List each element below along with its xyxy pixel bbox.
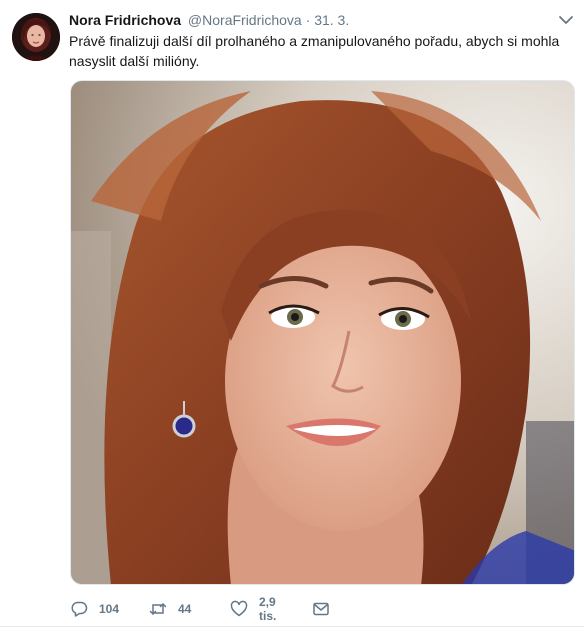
reply-count: 104 <box>99 602 120 616</box>
tweet-header: Nora Fridrichova @NoraFridrichova · 31. … <box>69 11 554 29</box>
tweet-date[interactable]: 31. 3. <box>314 12 349 28</box>
reply-icon <box>70 600 88 618</box>
separator: · <box>305 12 311 28</box>
chevron-down-icon[interactable] <box>558 12 574 28</box>
message-button[interactable] <box>312 597 330 621</box>
like-count: 2,9 tis. <box>259 595 277 623</box>
heart-icon <box>230 600 248 618</box>
like-button[interactable]: 2,9 tis. <box>230 595 277 623</box>
avatar[interactable] <box>12 13 60 61</box>
retweet-icon <box>149 600 167 618</box>
retweet-count: 44 <box>178 602 192 616</box>
photo-icon <box>71 81 574 584</box>
retweet-button[interactable]: 44 <box>149 597 191 621</box>
tweet-text: Právě finalizuji další díl prolhaného a … <box>69 33 560 69</box>
tweet[interactable]: Nora Fridrichova @NoraFridrichova · 31. … <box>0 0 584 627</box>
author-handle[interactable]: @NoraFridrichova <box>188 12 302 28</box>
reply-button[interactable]: 104 <box>70 597 119 621</box>
envelope-icon <box>312 600 330 618</box>
author-name[interactable]: Nora Fridrichova <box>69 12 181 28</box>
avatar-image <box>12 13 60 61</box>
tweet-photo[interactable] <box>70 80 575 585</box>
